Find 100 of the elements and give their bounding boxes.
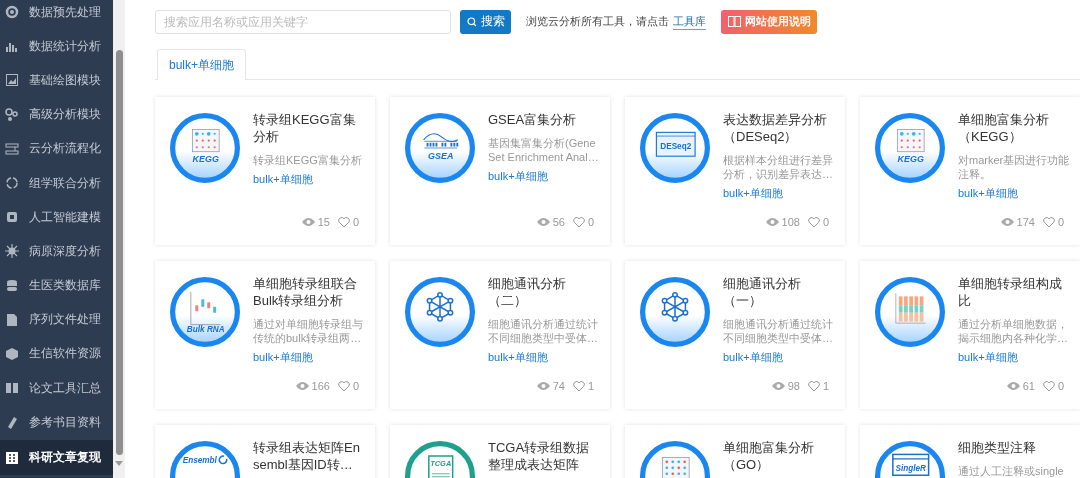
gear-icon [5, 5, 19, 20]
app-card[interactable]: 细胞通讯分析（一） 细胞通讯分析通过统计不同细胞类型中受体… bulk+单细胞 98 1 [625, 261, 845, 409]
like-count: 1 [822, 380, 829, 392]
logo-label: TCGA [430, 459, 452, 469]
app-card[interactable]: GSEA GSEA富集分析 基因集富集分析(Gene Set Enrichment Anal… bulk+单细胞 56 0 [390, 97, 610, 245]
app-title[interactable]: 细胞通讯分析（二） [488, 275, 600, 309]
heart-icon[interactable] [572, 216, 585, 228]
tab[interactable]: bulk+单细胞 [157, 49, 247, 80]
app-title[interactable]: 转录组KEGG富集分析 [253, 111, 365, 145]
view-count: 108 [781, 216, 800, 228]
app-description: 对marker基因进行功能注释。 [958, 153, 1070, 181]
search-icon [466, 16, 477, 27]
app-card[interactable]: KEGG 转录组KEGG富集分析 转录组KEGG富集分析 bulk+单细胞 15 0 [155, 97, 375, 245]
like-count: 0 [587, 216, 594, 228]
document-drawing [428, 455, 454, 478]
heart-icon[interactable] [572, 380, 585, 392]
logo-label: KEGG [192, 154, 219, 165]
app-card[interactable]: SingleR 细胞类型注释 通过人工注释或single [860, 425, 1080, 478]
box-plot-drawing [190, 291, 221, 326]
scroll-down-arrow-icon[interactable] [115, 461, 123, 466]
app-card[interactable]: 细胞通讯分析（二） 细胞通讯分析通过统计不同细胞类型中受体… bulk+单细胞 74 1 [390, 261, 610, 409]
app-title[interactable]: 单细胞转录组构成比 [958, 275, 1070, 309]
window-drawing [655, 131, 696, 157]
sidebar-item[interactable]: 云分析流程化 [0, 131, 113, 166]
app-title[interactable]: 单细胞转录组联合Bulk转录组分析 [253, 275, 365, 309]
heart-icon[interactable] [1042, 216, 1055, 228]
app-card[interactable]: 单细胞转录组构成比 通过分析单细胞数据，揭示细胞内各种化学… bulk+单细胞 61 0 [860, 261, 1080, 409]
category-tag[interactable]: bulk+单细胞 [958, 186, 1018, 201]
search-field[interactable]: 搜索应用名称或应用关键字 [155, 9, 451, 34]
search-button[interactable]: 搜索 [460, 9, 511, 34]
database-icon [5, 278, 19, 293]
app-card[interactable]: 单细胞富集分析（GO） [625, 425, 845, 478]
app-card[interactable]: KEGG 单细胞富集分析（KEGG） 对marker基因进行功能注释。 bulk+单细胞 174 0 [860, 97, 1080, 245]
app-card[interactable]: TCGA TCGA转录组数据整理成表达矩阵 [390, 425, 610, 478]
app-title[interactable]: 表达数据差异分析（DESeq2） [723, 111, 835, 145]
like-count: 0 [1057, 380, 1064, 392]
heart-icon[interactable] [337, 216, 350, 228]
view-count: 61 [1022, 380, 1035, 392]
sidebar-item[interactable]: 高级分析模块 [0, 97, 113, 132]
eraser-icon [5, 415, 19, 430]
app-title[interactable]: TCGA转录组数据整理成表达矩阵 [488, 439, 600, 473]
cycle-icon [5, 176, 19, 191]
app-title[interactable]: 转录组表达矩阵Ensembl基因ID转… [253, 439, 365, 473]
network-drawing [426, 291, 454, 322]
app-title[interactable]: 单细胞富集分析（GO） [723, 439, 835, 473]
sidebar-item[interactable]: 病原深度分析 [0, 234, 113, 269]
box-icon [5, 346, 19, 361]
like-count: 0 [352, 380, 359, 392]
app-description: 通过对单细胞转录组与传统的bulk转录组两… [253, 317, 364, 345]
grid-icon [5, 450, 19, 465]
category-tag[interactable]: bulk+单细胞 [488, 350, 548, 365]
sidebar-item[interactable]: 论文工具汇总 [0, 371, 113, 406]
logo-label: Bulk RNA [186, 325, 225, 335]
heart-icon[interactable] [807, 216, 820, 228]
sidebar-item[interactable]: 生医类数据库 [0, 268, 113, 303]
eye-icon [771, 382, 785, 390]
category-tag[interactable]: bulk+单细胞 [253, 350, 313, 365]
sidebar-item[interactable]: 序列文件处理 [0, 302, 113, 337]
app-card[interactable]: DESeq2 表达数据差异分析（DESeq2） 根据样本分组进行差异分析，识别差异表达… bulk+单细胞 108 0 [625, 97, 845, 245]
view-count: 174 [1016, 216, 1035, 228]
app-title[interactable]: 单细胞富集分析（KEGG） [958, 111, 1070, 145]
virus-icon [5, 244, 19, 259]
app-description: 通过人工注释或single [958, 464, 1065, 478]
app-card[interactable]: Bulk RNA 单细胞转录组联合Bulk转录组分析 通过对单细胞转录组与传统的bulk转录组两… bulk+单细胞 166 0 [155, 261, 375, 409]
eye-icon [536, 218, 550, 226]
sidebar-item[interactable]: 人工智能建模 [0, 200, 113, 235]
scrollbar-thumb[interactable] [115, 50, 123, 455]
app-description: 细胞通讯分析通过统计不同细胞类型中受体… [723, 317, 834, 345]
category-tag[interactable]: bulk+单细胞 [253, 172, 313, 187]
like-count: 1 [587, 380, 594, 392]
view-count: 166 [311, 380, 330, 392]
sidebar-item[interactable]: 科研文章复现 [0, 440, 113, 475]
scrollbar[interactable] [113, 0, 125, 478]
category-tag[interactable]: bulk+单细胞 [488, 169, 548, 184]
sidebar-item[interactable]: 数据预先处理 [0, 0, 113, 30]
sidebar-item[interactable]: 参考书目资料 [0, 405, 113, 440]
eye-icon [536, 382, 550, 390]
category-tag[interactable]: bulk+单细胞 [958, 350, 1018, 365]
dot-matrix-drawing [661, 457, 690, 478]
sidebar-item[interactable]: 数据统计分析 [0, 29, 113, 64]
sidebar-item[interactable]: 生信软件资源 [0, 336, 113, 372]
heart-icon[interactable] [1042, 380, 1055, 392]
sidebar-item[interactable]: 组学联合分析 [0, 165, 113, 201]
eye-icon [295, 382, 309, 390]
app-title[interactable]: 细胞类型注释 [958, 439, 1070, 456]
logo-label: KEGG [897, 154, 924, 165]
heart-icon[interactable] [337, 380, 350, 392]
category-tag[interactable]: bulk+单细胞 [723, 186, 783, 201]
app-description: 转录组KEGG富集分析 [253, 153, 363, 167]
app-title[interactable]: GSEA富集分析 [488, 111, 600, 128]
category-tag[interactable]: bulk+单细胞 [723, 350, 783, 365]
sidebar-item[interactable]: 基础绘图模块 [0, 63, 113, 98]
eye-icon [765, 218, 779, 226]
dot-matrix-drawing [191, 129, 220, 153]
like-count: 0 [352, 216, 359, 228]
app-card[interactable]: Ensembl 转录组表达矩阵Ensembl基因ID转… [155, 425, 375, 478]
tool-library-link[interactable]: 工具库 [673, 13, 706, 30]
heart-icon[interactable] [807, 380, 820, 392]
file-icon [5, 312, 19, 327]
app-title[interactable]: 细胞通讯分析（一） [723, 275, 835, 309]
